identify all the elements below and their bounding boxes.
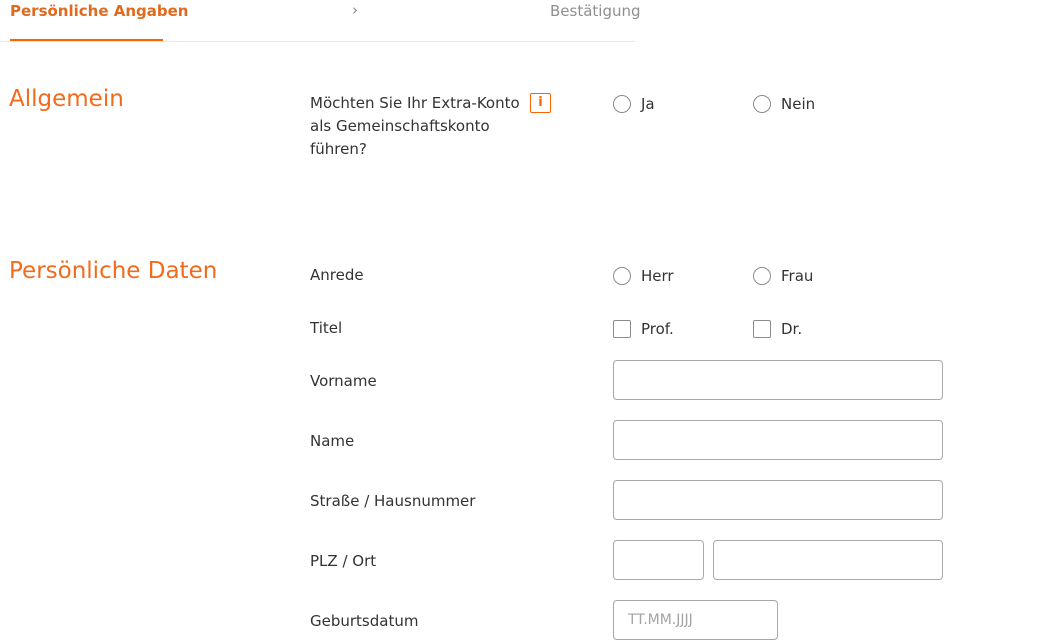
radio-label: Frau (781, 267, 814, 285)
zip-city-label: PLZ / Ort (310, 552, 377, 570)
lastname-input[interactable] (613, 420, 943, 460)
checkbox[interactable] (613, 320, 631, 338)
radio-option-ja[interactable]: Ja (613, 94, 655, 114)
checkbox-option-dr[interactable]: Dr. (753, 319, 802, 339)
step-confirmation: Bestätigung (550, 2, 641, 20)
progress-steps: Persönliche Angaben › Bestätigung (0, 0, 641, 42)
checkbox-label: Dr. (781, 320, 803, 338)
salutation-label: Anrede (310, 266, 364, 284)
radio-label: Nein (781, 95, 816, 113)
birthdate-label: Geburtsdatum (310, 612, 419, 630)
active-step-indicator (10, 39, 163, 41)
radio-button[interactable] (753, 267, 771, 285)
radio-option-frau[interactable]: Frau (753, 266, 813, 286)
radio-button[interactable] (753, 95, 771, 113)
street-input[interactable] (613, 480, 943, 520)
firstname-input[interactable] (613, 360, 943, 400)
radio-button[interactable] (613, 95, 631, 113)
radio-label: Ja (641, 95, 655, 113)
lastname-label: Name (310, 432, 355, 450)
radio-label: Herr (641, 267, 674, 285)
firstname-label: Vorname (310, 372, 377, 390)
title-label: Titel (310, 319, 343, 337)
radio-button[interactable] (613, 267, 631, 285)
radio-option-herr[interactable]: Herr (613, 266, 674, 286)
zip-input[interactable] (613, 540, 704, 580)
birthdate-input[interactable] (613, 600, 778, 640)
step-personal-data[interactable]: Persönliche Angaben (10, 2, 188, 20)
checkbox[interactable] (753, 320, 771, 338)
section-title-general: Allgemein (9, 86, 124, 112)
joint-account-question: Möchten Sie Ihr Extra-Konto als Gemeinsc… (310, 94, 520, 158)
checkbox-option-prof[interactable]: Prof. (613, 319, 674, 339)
chevron-right-icon: › (352, 1, 358, 19)
street-label: Straße / Hausnummer (310, 492, 476, 510)
city-input[interactable] (713, 540, 943, 580)
radio-option-nein[interactable]: Nein (753, 94, 815, 114)
checkbox-label: Prof. (641, 320, 674, 338)
section-title-personal-data: Persönliche Daten (9, 258, 218, 284)
info-icon[interactable]: i (530, 93, 551, 113)
